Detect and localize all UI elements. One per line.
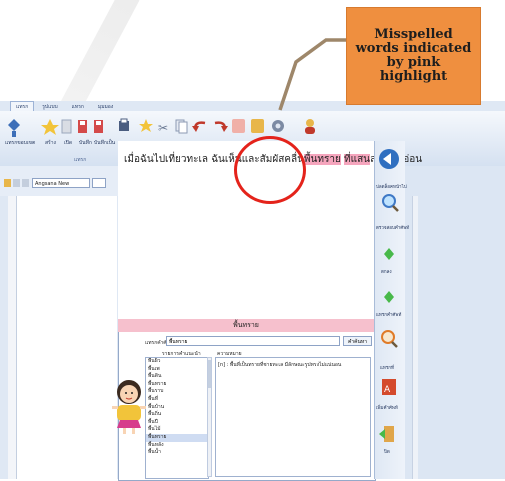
mascot-girl-image bbox=[112, 380, 146, 434]
list-item[interactable]: พื้นไม้ bbox=[146, 426, 208, 434]
redo-icon[interactable] bbox=[214, 121, 228, 132]
list-item[interactable]: พื้นทราย bbox=[146, 433, 208, 442]
font-name-select[interactable]: Angsana New bbox=[32, 178, 90, 188]
suggestions-list[interactable]: พื้นผิว พื้นเพ พื้นดิน พื้นทราย พื้นราบ พื้นท… bbox=[145, 357, 209, 479]
right-workspace bbox=[404, 166, 505, 479]
misspelled-word-1[interactable]: พื้นทราย bbox=[303, 154, 341, 165]
dictionary-icon[interactable] bbox=[251, 119, 264, 133]
italic-icon[interactable] bbox=[22, 179, 29, 187]
magnifier-icon[interactable] bbox=[381, 330, 398, 348]
sidebar-label-2[interactable]: ตกลง bbox=[381, 268, 392, 275]
list-item[interactable]: พื้นผิว bbox=[146, 358, 208, 366]
list-item[interactable]: พื้นราบ bbox=[146, 388, 208, 396]
meaning-text: [n] : พื้นที่เป็นทรายที่ชายทะเล มีลักษณะ… bbox=[218, 362, 342, 368]
star-icon[interactable] bbox=[139, 119, 153, 132]
sidebar-label-1[interactable]: ตรวจสอบคำศัพท์ bbox=[376, 224, 409, 231]
paste-icon[interactable] bbox=[4, 179, 11, 187]
ribbon-group-label: แทรก bbox=[74, 157, 87, 163]
sidebar-label-0[interactable]: ปลดล็อคหน้าไป bbox=[376, 183, 407, 190]
bold-icon[interactable] bbox=[13, 179, 20, 187]
globe-arrow-icon[interactable] bbox=[379, 149, 399, 169]
sidebar-label-4[interactable]: แทรกที่ bbox=[380, 364, 394, 371]
current-word-header: พื้นทราย bbox=[118, 319, 374, 332]
list-item[interactable]: พื้นถิ่น bbox=[146, 411, 208, 419]
list-item[interactable]: พื้นหลัง bbox=[146, 442, 208, 450]
ribbon-label-open: เปิด bbox=[64, 140, 73, 146]
meaning-box bbox=[215, 357, 371, 477]
settings-icon[interactable] bbox=[272, 120, 284, 132]
magnifier-icon[interactable] bbox=[382, 194, 399, 212]
list-item[interactable]: พื้นน้ำ bbox=[146, 449, 208, 457]
font-size-select[interactable] bbox=[92, 178, 106, 188]
save-as-icon[interactable] bbox=[94, 120, 103, 133]
search-input[interactable]: พื้นทราย bbox=[166, 336, 340, 346]
vertical-ruler bbox=[8, 196, 17, 479]
ribbon-label-new: สร้าง bbox=[45, 140, 56, 146]
user-icon[interactable] bbox=[305, 119, 315, 134]
open-icon[interactable] bbox=[61, 119, 72, 134]
misspelled-word-2[interactable]: ที่แสน bbox=[344, 154, 371, 165]
insert-scope-icon[interactable] bbox=[8, 119, 20, 137]
ribbon-tabs: แทรก รูปแบบ แทรก มุมมอง bbox=[10, 101, 119, 112]
right-scrollbar[interactable] bbox=[412, 196, 418, 479]
ribbon-label-save-as: บันทึกเป็น bbox=[94, 140, 116, 146]
new-icon[interactable] bbox=[41, 119, 59, 135]
spellcheck-icon[interactable] bbox=[232, 119, 245, 133]
book-icon[interactable]: A bbox=[382, 379, 396, 395]
scissors-icon[interactable]: ✂ bbox=[158, 121, 168, 135]
list-item[interactable]: พื้นดิน bbox=[146, 373, 208, 381]
document-page bbox=[17, 196, 117, 479]
sidebar-icons: A bbox=[379, 149, 399, 442]
format-icons bbox=[4, 179, 29, 187]
exit-door-icon[interactable] bbox=[379, 426, 394, 442]
ribbon-label-save: บันทึก bbox=[79, 140, 92, 146]
annotation-callout: Misspelled words indicated by pink highl… bbox=[346, 7, 481, 105]
svg-text:A: A bbox=[384, 385, 391, 395]
ribbon-label-insert-scope: แทรกขอบเขต bbox=[5, 140, 36, 146]
copy-icon[interactable] bbox=[175, 119, 188, 134]
print-icon[interactable] bbox=[119, 118, 129, 131]
sidebar-label-3[interactable]: แทรกคำศัพท์ bbox=[376, 311, 401, 318]
sidebar-label-6[interactable]: ปิด bbox=[384, 448, 390, 455]
suggestions-scroll-thumb[interactable] bbox=[208, 360, 211, 388]
search-button[interactable]: คำค้นหา bbox=[343, 336, 372, 346]
green-diamond-icon[interactable] bbox=[384, 291, 394, 303]
save-icon[interactable] bbox=[78, 120, 87, 133]
list-item[interactable]: พื้นที่ bbox=[146, 396, 208, 404]
undo-icon[interactable] bbox=[192, 121, 206, 132]
highlight-circle bbox=[234, 136, 306, 204]
green-diamond-icon[interactable] bbox=[384, 248, 394, 260]
svg-text:✂: ✂ bbox=[158, 121, 168, 135]
sidebar-label-5[interactable]: เพิ่มคำศัพท์ bbox=[376, 404, 398, 411]
